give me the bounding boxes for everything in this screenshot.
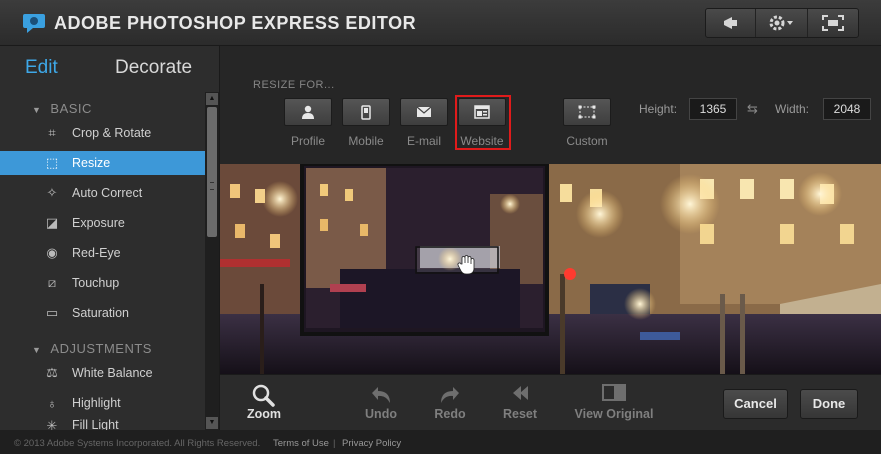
- sidebar-item-fill-light[interactable]: ✳ Fill Light: [0, 418, 205, 430]
- scroll-thumb[interactable]: [207, 107, 217, 237]
- scroll-down-arrow-icon[interactable]: ▼: [206, 417, 218, 429]
- collapse-triangle-icon: ▼: [32, 105, 42, 115]
- sidebar-item-saturation[interactable]: ▭ Saturation: [0, 301, 205, 325]
- bottom-toolbar: Zoom Undo Redo Reset View Original Cance…: [220, 374, 881, 430]
- magic-wand-icon: ✧: [46, 185, 58, 200]
- preset-email[interactable]: E-mail: [400, 98, 448, 148]
- fill-light-icon: ✳: [46, 418, 58, 430]
- person-icon[interactable]: [284, 98, 332, 126]
- reset-button[interactable]: Reset: [500, 383, 540, 421]
- selected-preset-highlight: [455, 95, 511, 150]
- bandage-icon: ⧄: [47, 275, 57, 290]
- undo-button[interactable]: Undo: [363, 383, 399, 421]
- top-button-group: [705, 8, 859, 38]
- saturation-icon: ▭: [45, 305, 59, 320]
- sidebar-item-exposure[interactable]: ◪ Exposure: [0, 211, 205, 235]
- zoom-button[interactable]: Zoom: [246, 383, 282, 421]
- grip-icon: [210, 182, 214, 190]
- footer-separator: |: [333, 438, 336, 449]
- preset-mobile[interactable]: Mobile: [342, 98, 390, 148]
- sidebar-item-resize[interactable]: ⬚ Resize: [0, 151, 205, 175]
- crop-icon: ⌗: [48, 125, 56, 140]
- tab-edit[interactable]: Edit: [25, 57, 58, 79]
- tab-decorate[interactable]: Decorate: [115, 57, 192, 79]
- magnifier-icon: [246, 383, 282, 407]
- width-input[interactable]: 2048: [823, 98, 871, 120]
- cancel-button[interactable]: Cancel: [723, 389, 788, 419]
- redo-arrow-icon: [432, 383, 468, 407]
- link-arrows-icon[interactable]: ⇆: [747, 101, 758, 117]
- venice-night-photo: [220, 164, 881, 374]
- undo-arrow-icon: [363, 383, 399, 407]
- fullscreen-icon[interactable]: [808, 9, 858, 37]
- app-title: ADOBE PHOTOSHOP EXPRESS EDITOR: [54, 13, 417, 33]
- sidebar-item-auto-correct[interactable]: ✧ Auto Correct: [0, 181, 205, 205]
- resize-icon: ⬚: [45, 155, 59, 170]
- sidebar: Edit Decorate ▼ BASIC ⌗ Crop & Rotate ⬚ R…: [0, 46, 220, 430]
- height-input[interactable]: 1365: [689, 98, 737, 120]
- preset-profile[interactable]: Profile: [284, 98, 332, 148]
- phone-icon[interactable]: [342, 98, 390, 126]
- app-logo-icon: [23, 14, 45, 33]
- sidebar-tabs: Edit Decorate: [0, 46, 219, 92]
- custom-frame-icon[interactable]: [563, 98, 611, 126]
- exposure-icon: ◪: [45, 215, 59, 230]
- sidebar-item-highlight[interactable]: ♁ Highlight: [0, 391, 205, 415]
- collapse-triangle-icon: ▼: [32, 345, 42, 355]
- privacy-link[interactable]: Privacy Policy: [342, 438, 401, 449]
- redo-button[interactable]: Redo: [432, 383, 468, 421]
- scale-icon: ⚖: [46, 365, 58, 380]
- section-adjustments[interactable]: ▼ ADJUSTMENTS: [32, 341, 152, 356]
- resize-heading: RESIZE FOR...: [253, 79, 335, 91]
- done-button[interactable]: Done: [800, 389, 858, 419]
- envelope-icon[interactable]: [400, 98, 448, 126]
- eye-icon: ◉: [46, 245, 58, 260]
- sidebar-item-touchup[interactable]: ⧄ Touchup: [0, 271, 205, 295]
- width-label: Width:: [775, 102, 810, 116]
- resize-panel: RESIZE FOR... Profile Mobile E-mail Webs…: [220, 46, 881, 164]
- section-basic[interactable]: ▼ BASIC: [32, 101, 92, 116]
- megaphone-icon[interactable]: [706, 9, 756, 37]
- sidebar-scrollbar[interactable]: ▲ ▼: [205, 92, 219, 430]
- footer: © 2013 Adobe Systems Incorporated. All R…: [0, 430, 881, 454]
- top-bar: ADOBE PHOTOSHOP EXPRESS EDITOR: [0, 0, 881, 46]
- sidebar-item-red-eye[interactable]: ◉ Red-Eye: [0, 241, 205, 265]
- sidebar-item-white-balance[interactable]: ⚖ White Balance: [0, 361, 205, 385]
- photo-canvas[interactable]: [220, 164, 881, 374]
- split-view-icon: [573, 383, 655, 407]
- preset-custom[interactable]: Custom: [563, 98, 611, 148]
- sidebar-item-crop-rotate[interactable]: ⌗ Crop & Rotate: [0, 121, 205, 145]
- terms-link[interactable]: Terms of Use: [273, 438, 329, 449]
- height-label: Height:: [639, 102, 678, 116]
- rewind-icon: [500, 383, 540, 407]
- copyright-text: © 2013 Adobe Systems Incorporated. All R…: [14, 438, 261, 449]
- scroll-up-arrow-icon[interactable]: ▲: [206, 93, 218, 105]
- bulb-icon: ♁: [47, 395, 57, 411]
- view-original-button[interactable]: View Original: [573, 383, 655, 421]
- gear-icon[interactable]: [756, 9, 808, 37]
